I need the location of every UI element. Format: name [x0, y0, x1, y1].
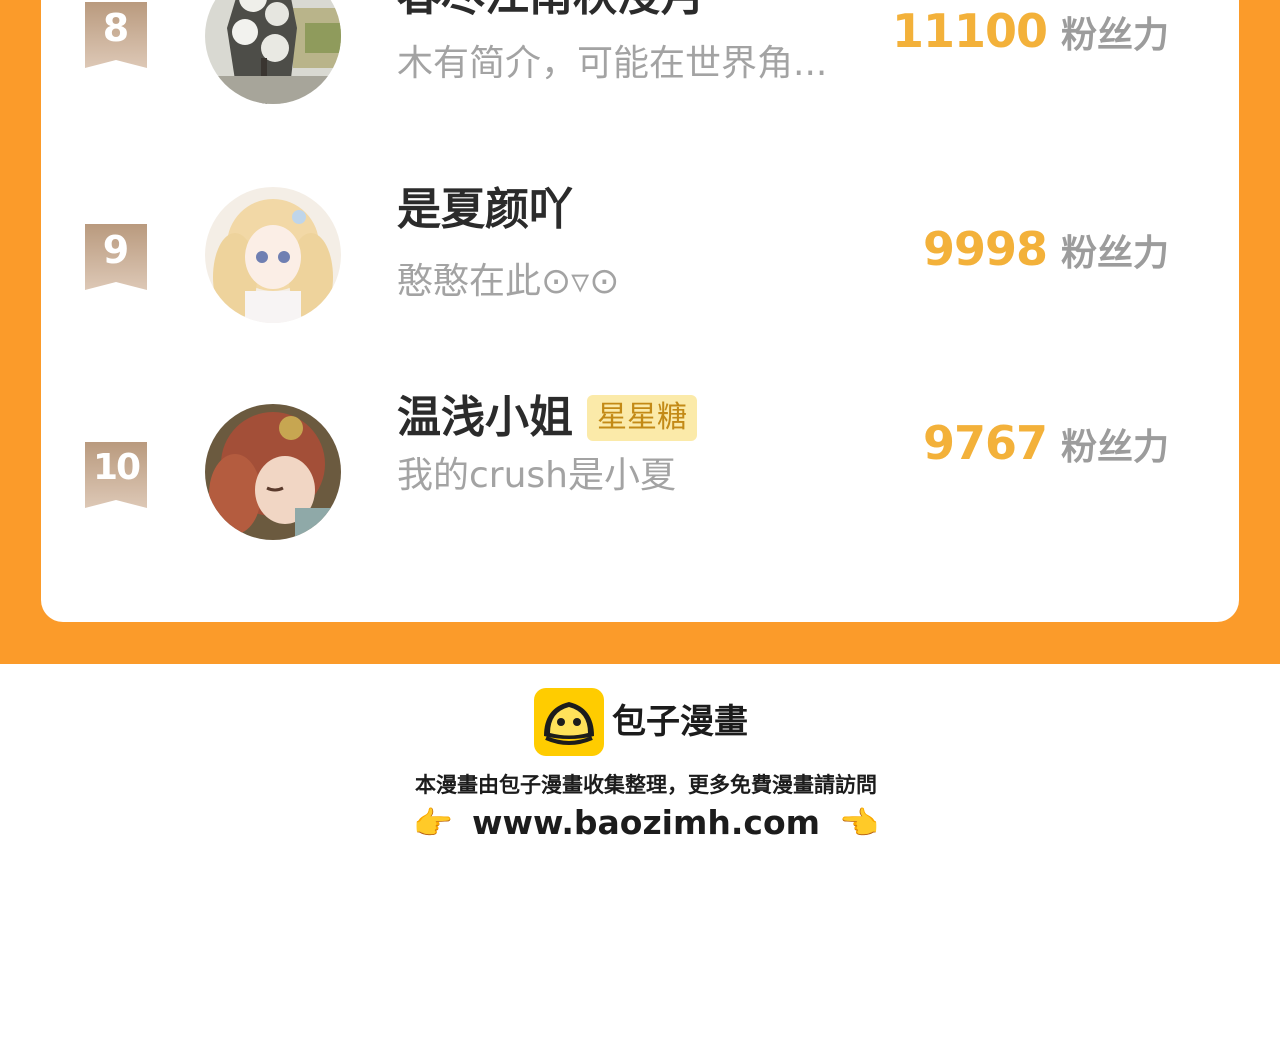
- fan-power-score: 9998 粉丝力: [923, 222, 1169, 276]
- user-name[interactable]: 是夏颜吖: [397, 182, 573, 238]
- site-url-link[interactable]: www.baozimh.com: [472, 801, 820, 845]
- baozi-logo-icon: [534, 688, 604, 756]
- rank-badge: 9: [85, 224, 147, 290]
- anime-girl-blonde-avatar-icon: [205, 187, 341, 323]
- pointing-left-hand-icon: 👈: [839, 803, 879, 842]
- user-avatar[interactable]: [205, 404, 341, 540]
- ranking-row[interactable]: 10 温浅小姐 星星糖 我的crush是小夏 9767 粉丝力: [41, 392, 1239, 586]
- brand-name: 包子漫畫: [612, 702, 748, 742]
- pointing-right-hand-icon: 👉: [413, 803, 453, 842]
- score-unit: 粉丝力: [1060, 233, 1169, 274]
- footer-url-line: 👉 www.baozimh.com 👈: [0, 800, 1280, 845]
- user-bio: 我的crush是小夏: [397, 455, 676, 496]
- fan-power-score: 11100 粉丝力: [892, 4, 1169, 58]
- ranking-row[interactable]: 9 是夏颜吖 憨憨在此⊙▿⊙ 9998 粉丝力: [41, 184, 1239, 370]
- user-avatar[interactable]: [205, 187, 341, 323]
- user-bio: 木有简介，可能在世界角...: [397, 43, 828, 84]
- winter-tree-avatar-icon: [205, 0, 341, 104]
- user-name[interactable]: 温浅小姐: [397, 390, 573, 446]
- score-value: 9767: [922, 416, 1048, 470]
- rank-number: 10: [92, 447, 141, 488]
- rank-number: 9: [102, 228, 130, 272]
- score-value: 11100: [891, 4, 1048, 58]
- fan-power-score: 9767 粉丝力: [923, 416, 1169, 470]
- user-tag-badge: 星星糖: [587, 395, 697, 441]
- score-unit: 粉丝力: [1060, 427, 1169, 468]
- user-name[interactable]: 春尽江南秋浸月: [397, 0, 705, 24]
- ranking-row[interactable]: 8 春尽江南秋浸月 木有简介，可能在世界角... 11100 粉丝力: [41, 0, 1239, 150]
- rank-number: 8: [102, 6, 130, 50]
- score-value: 9998: [922, 222, 1048, 276]
- footer-note: 本漫畫由包子漫畫收集整理，更多免費漫畫請訪問: [415, 773, 877, 797]
- score-unit: 粉丝力: [1060, 15, 1169, 56]
- user-avatar[interactable]: [205, 0, 341, 104]
- rank-badge: 10: [85, 442, 147, 508]
- anime-girl-redhair-avatar-icon: [205, 404, 341, 540]
- ranking-card: 8 春尽江南秋浸月 木有简介，可能在世界角... 11100 粉丝力: [41, 0, 1239, 622]
- user-bio: 憨憨在此⊙▿⊙: [397, 261, 620, 302]
- rank-badge: 8: [85, 2, 147, 68]
